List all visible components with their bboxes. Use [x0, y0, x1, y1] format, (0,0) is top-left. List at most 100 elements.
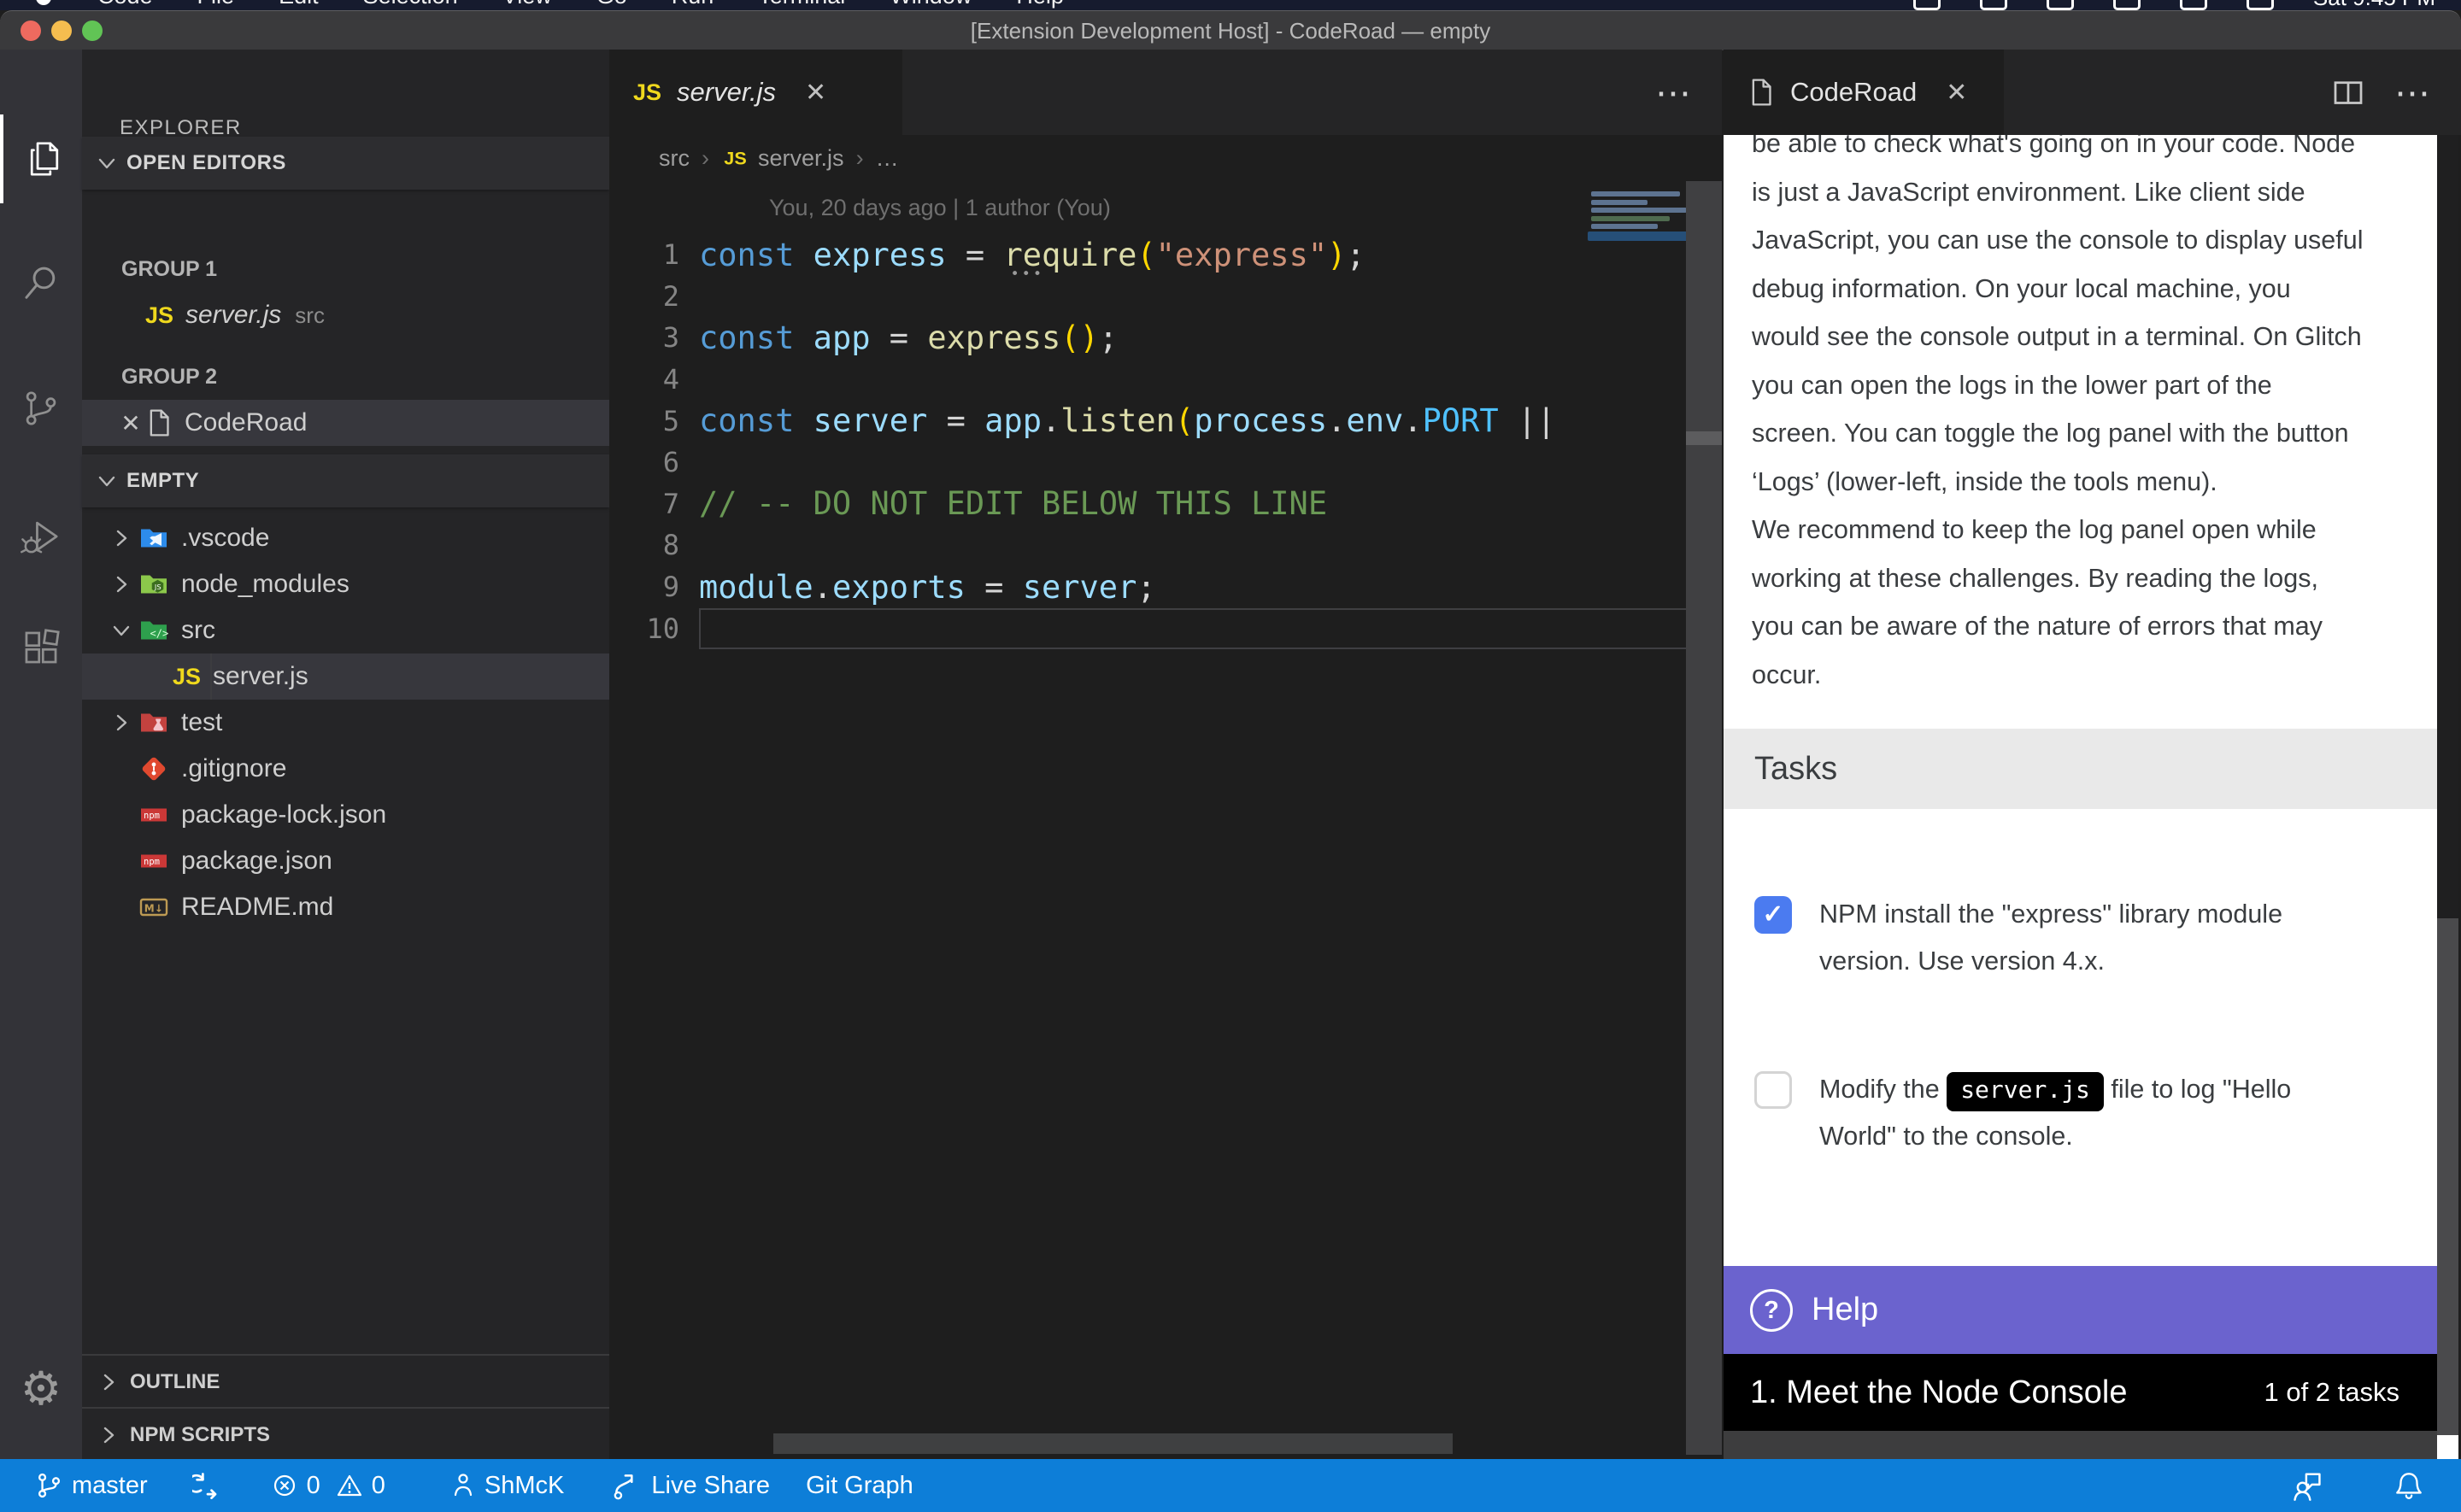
tree-item-node-modules[interactable]: JSnode_modules	[82, 561, 609, 607]
menu-item-terminal[interactable]: Terminal	[758, 0, 845, 9]
breadcrumb: src›JSserver.js›…	[609, 135, 1722, 181]
js-file-icon: JS	[633, 79, 661, 106]
help-label: Help	[1812, 1292, 1878, 1328]
menubar-tray-icon[interactable]	[2180, 0, 2207, 10]
code-lines[interactable]: 1const express = require("express");23co…	[609, 234, 1722, 649]
code-editor[interactable]: You, 20 days ago | 1 author (You) 1const…	[609, 181, 1722, 1455]
sidebar-section-npm-scripts[interactable]: NPM SCRIPTS	[82, 1407, 609, 1461]
menubar-tray-icon[interactable]	[1980, 0, 2007, 10]
folder-section-header[interactable]: EMPTY	[82, 454, 609, 507]
bell-icon[interactable]	[2393, 1469, 2425, 1502]
status-item-live-share[interactable]: Live Share	[612, 1471, 770, 1500]
close-tab-icon[interactable]: ✕	[805, 78, 826, 108]
code-line-8[interactable]: 8	[609, 525, 1722, 566]
menu-item-go[interactable]: Go	[596, 0, 627, 9]
code-line-10[interactable]: 10	[609, 607, 1722, 649]
sidebar-section-outline[interactable]: OUTLINE	[82, 1354, 609, 1408]
code-line-5[interactable]: 5const server = app.listen(process.env.P…	[609, 400, 1722, 442]
breadcrumb-item-server-js[interactable]: server.js	[758, 145, 844, 172]
webview-scrollbar[interactable]	[2437, 135, 2458, 1459]
chevron-down-icon	[94, 468, 120, 494]
code-line-2[interactable]: 2	[609, 276, 1722, 318]
status-item-master[interactable]: master	[34, 1471, 148, 1500]
status-item-0[interactable]: 0	[336, 1472, 385, 1500]
code-line-1[interactable]: 1const express = require("express");	[609, 234, 1722, 276]
activity-run-debug-button[interactable]	[0, 492, 82, 581]
apple-menu-icon[interactable]	[34, 0, 53, 8]
open-editor-item-server.js[interactable]: JSserver.jssrc	[82, 292, 609, 338]
open-editor-label: CodeRoad	[185, 408, 307, 437]
task-checkbox[interactable]	[1754, 1071, 1792, 1109]
editor-actions-more-icon[interactable]: ⋯	[2394, 72, 2430, 114]
menu-item-selection[interactable]: Selection	[363, 0, 458, 9]
menu-item-help[interactable]: Help	[1016, 0, 1064, 9]
menu-item-run[interactable]: Run	[672, 0, 714, 9]
activity-explorer-button[interactable]	[0, 114, 85, 203]
breadcrumb-item-symbol[interactable]: …	[876, 145, 899, 172]
status-item-git-graph[interactable]: Git Graph	[806, 1472, 913, 1500]
menu-item-edit[interactable]: Edit	[279, 0, 319, 9]
split-editor-icon[interactable]	[2331, 75, 2365, 109]
menu-item-window[interactable]: Window	[890, 0, 972, 9]
tab-coderoad[interactable]: CodeRoad ✕	[1724, 50, 2004, 135]
tree-item-.gitignore[interactable]: .gitignore	[82, 746, 609, 792]
activity-search-button[interactable]	[0, 237, 82, 326]
tree-item-package-lock.json[interactable]: npmpackage-lock.json	[82, 792, 609, 838]
window-title: [Extension Development Host] - CodeRoad …	[0, 11, 2461, 50]
task-checkbox[interactable]: ✓	[1754, 896, 1792, 934]
activity-source-control-button[interactable]	[0, 364, 82, 453]
open-editors-group-label: GROUP 1	[121, 246, 217, 292]
tree-item-test[interactable]: test	[82, 700, 609, 746]
tree-item-server.js[interactable]: JSserver.js	[82, 653, 609, 700]
code-line-7[interactable]: 7// -- DO NOT EDIT BELOW THIS LINE	[609, 483, 1722, 525]
scrollbar-thumb[interactable]	[1686, 431, 1722, 445]
line-number: 3	[609, 321, 679, 354]
coderoad-webview: be able to check what's going on in your…	[1724, 135, 2437, 1459]
help-bar[interactable]: ? Help	[1724, 1266, 2437, 1354]
tree-item-.vscode[interactable]: .vscode	[82, 515, 609, 561]
menu-item-view[interactable]: View	[502, 0, 552, 9]
tree-item-readme.md[interactable]: M↓README.md	[82, 884, 609, 930]
task-progress-badge: 1 of 2 tasks	[2264, 1377, 2399, 1408]
open-editors-section-header[interactable]: OPEN EDITORS	[82, 137, 609, 190]
feedback-icon[interactable]	[2290, 1468, 2324, 1503]
close-tab-icon[interactable]: ✕	[1946, 78, 1967, 108]
code-line-3[interactable]: 3const app = express();	[609, 317, 1722, 359]
open-editor-item-coderoad[interactable]: ✕ CodeRoad	[82, 400, 609, 446]
git-branch-icon	[34, 1471, 63, 1500]
close-icon[interactable]: ✕	[116, 409, 145, 437]
activity-settings-button[interactable]: ⚙	[0, 1344, 82, 1433]
coderoad-tab-bar: CodeRoad ✕ ⋯	[1724, 50, 2461, 135]
tasks-section-header: Tasks	[1724, 729, 2437, 809]
breadcrumb-item-src[interactable]: src	[659, 145, 690, 172]
menubar-tray-icon[interactable]	[2247, 0, 2274, 10]
code-line-4[interactable]: 4	[609, 359, 1722, 401]
tree-item-package.json[interactable]: npmpackage.json	[82, 838, 609, 884]
task-text: NPM install the "express" library module…	[1819, 891, 2282, 985]
lesson-footer-bar[interactable]: 1. Meet the Node Console 1 of 2 tasks	[1724, 1354, 2437, 1431]
menu-item-code[interactable]: Code	[97, 0, 153, 9]
status-item-label: Live Share	[651, 1472, 770, 1500]
status-item-sync-icon[interactable]	[192, 1470, 223, 1501]
minimap-line	[1591, 216, 1670, 221]
status-item-0[interactable]: 0	[271, 1472, 320, 1500]
editor-group-scrollbar[interactable]	[1686, 181, 1722, 1455]
code-line-9[interactable]: 9module.exports = server;	[609, 566, 1722, 608]
menubar-tray-icon[interactable]	[1913, 0, 1941, 10]
tree-item-src[interactable]: </>src	[82, 607, 609, 653]
tab-label: CodeRoad	[1790, 77, 1917, 108]
menu-item-file[interactable]: File	[197, 0, 235, 9]
section-label: OUTLINE	[130, 1370, 220, 1394]
tree-item-label: server.js	[213, 662, 308, 691]
menubar-tray-icon[interactable]	[2047, 0, 2074, 10]
open-editors-group-label: GROUP 2	[121, 354, 217, 400]
status-item-shmck[interactable]: ShMcK	[450, 1472, 564, 1500]
activity-extensions-button[interactable]	[0, 603, 82, 692]
test-folder-icon	[138, 707, 169, 738]
editor-actions-more-icon[interactable]: ⋯	[1655, 72, 1691, 114]
menubar-tray-icon[interactable]	[2113, 0, 2141, 10]
tab-server-js[interactable]: JS server.js ✕	[609, 50, 902, 135]
scrollbar-thumb[interactable]	[2437, 918, 2458, 1435]
horizontal-scrollbar[interactable]	[773, 1433, 1453, 1454]
code-line-6[interactable]: 6	[609, 442, 1722, 483]
